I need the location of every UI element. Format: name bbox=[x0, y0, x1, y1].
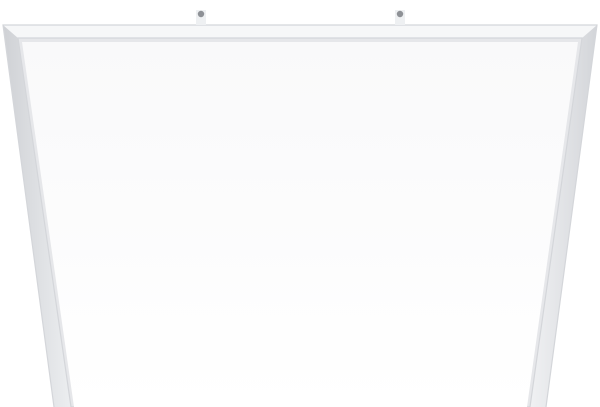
led-panel-illustration bbox=[2, 10, 598, 407]
diffuser-surface bbox=[22, 42, 578, 407]
led-panel-photo bbox=[0, 0, 600, 407]
frame-top-face bbox=[3, 25, 597, 38]
mount-screw-left bbox=[196, 10, 206, 25]
mount-screw-right bbox=[395, 10, 405, 25]
